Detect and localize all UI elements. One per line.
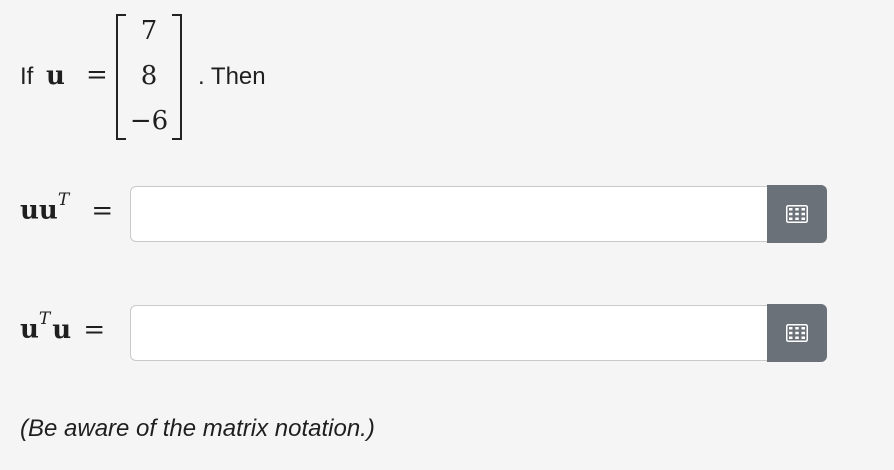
equals-sign: = [91, 195, 114, 226]
matrix-notation-note: (Be aware of the matrix notation.) [20, 415, 375, 442]
column-vector: 7 8 −6 [116, 14, 182, 140]
vector-symbol: u [46, 61, 65, 91]
outer-product-input[interactable] [130, 186, 768, 242]
vector-entry-1: 7 [140, 16, 158, 46]
equals-sign: = [83, 314, 106, 345]
outer-product-label: uuT = [20, 190, 114, 226]
matrix-grid-icon [786, 205, 808, 223]
if-word: If [20, 63, 34, 90]
equals-sign: = [86, 60, 108, 90]
vector-entry-2: 8 [140, 61, 158, 91]
expr-base: u [20, 314, 39, 345]
transpose-superscript: T [38, 309, 51, 329]
inner-product-input[interactable] [130, 305, 768, 361]
inner-product-label: uTu = [20, 309, 106, 345]
problem-statement: If u = 7 8 −6 . Then [20, 0, 520, 150]
matrix-grid-icon [786, 324, 808, 342]
then-text: . Then [198, 63, 266, 90]
inner-product-matrix-button[interactable] [767, 304, 827, 362]
expr-base: uu [20, 195, 58, 226]
vector-entry-3: −6 [129, 106, 169, 136]
expr-suffix: u [52, 314, 72, 345]
outer-product-matrix-button[interactable] [767, 185, 827, 243]
transpose-superscript: T [57, 190, 70, 210]
